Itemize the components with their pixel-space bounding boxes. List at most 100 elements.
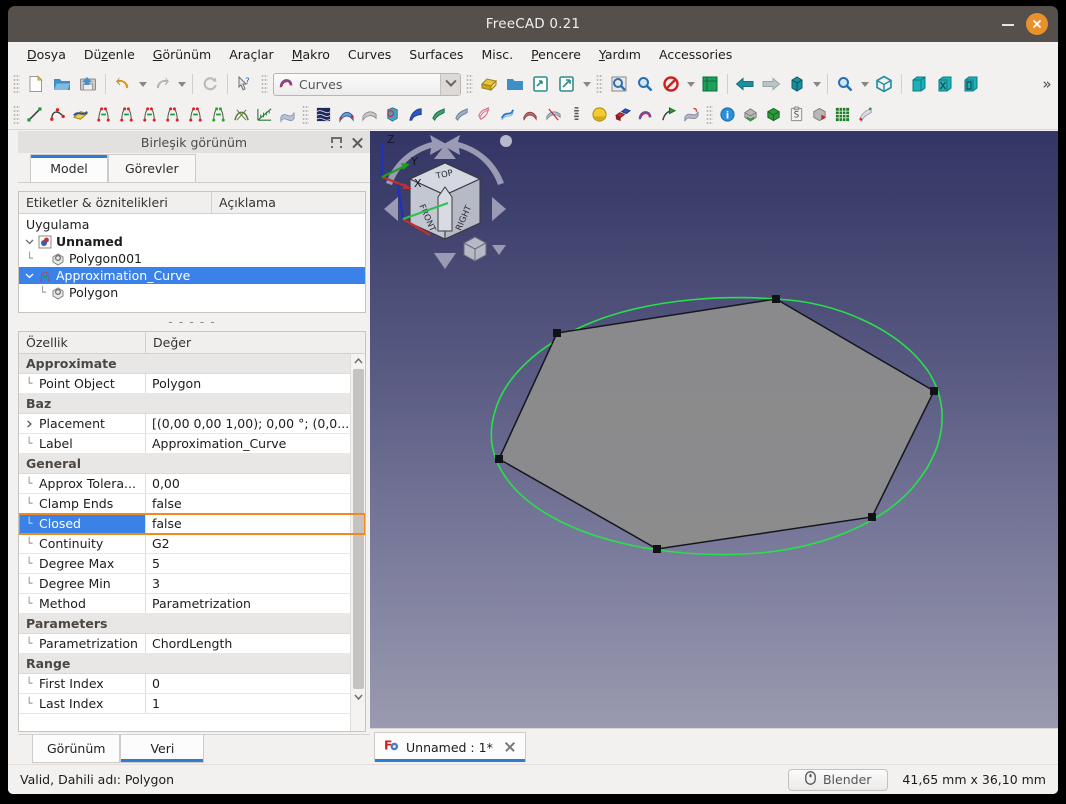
multi-loft-button[interactable]	[611, 103, 634, 127]
undo-dropdown[interactable]	[136, 71, 149, 97]
view-back-button[interactable]	[732, 71, 758, 97]
property-scrollbar[interactable]	[350, 354, 365, 731]
blend-curve-button[interactable]	[230, 103, 253, 127]
property-value[interactable]: Parametrization	[146, 594, 365, 614]
curve-on-surface-button[interactable]	[496, 103, 519, 127]
property-value[interactable]: 0	[146, 674, 365, 694]
grid-button[interactable]	[831, 103, 854, 127]
close-button[interactable]	[1026, 13, 1048, 35]
scroll-down-button[interactable]	[351, 690, 366, 704]
editable-spline-button[interactable]	[69, 103, 92, 127]
open-document-button[interactable]	[49, 71, 75, 97]
redo-dropdown[interactable]	[175, 71, 188, 97]
tree-node-polygon001[interactable]: └ Polygon001	[19, 250, 365, 267]
right-arrow[interactable]	[492, 197, 506, 221]
flatten-face-button[interactable]	[358, 103, 381, 127]
property-value[interactable]: Polygon	[146, 374, 365, 394]
toolbar-grip[interactable]	[706, 104, 713, 125]
property-value[interactable]: 1	[146, 694, 365, 714]
undock-icon[interactable]	[331, 136, 342, 148]
menu-curves[interactable]: Curves	[339, 44, 400, 65]
interpolate-curve-button[interactable]	[184, 103, 207, 127]
navigation-style-button[interactable]: Blender	[787, 768, 889, 791]
expand-toggle-icon[interactable]	[23, 271, 36, 280]
property-row-point-object[interactable]: └ Point Object Polygon	[19, 374, 365, 394]
zoom-dropdown[interactable]	[858, 71, 871, 97]
3d-viewport[interactable]: TOP FRONT RIGHT Z Y X	[370, 131, 1058, 728]
view-axonometric-button[interactable]	[871, 71, 897, 97]
bspline-button[interactable]	[46, 103, 69, 127]
pin-curve-button[interactable]	[657, 103, 680, 127]
menu-yardim[interactable]: Yardım	[590, 44, 650, 65]
view-front-button[interactable]	[906, 71, 932, 97]
whats-this-button[interactable]: ?	[232, 71, 258, 97]
view-top-button[interactable]	[932, 71, 958, 97]
property-row-closed[interactable]: └ Closed false	[19, 513, 365, 535]
close-panel-icon[interactable]	[351, 136, 364, 149]
property-row-clamp-ends[interactable]: └ Clamp Ends false	[19, 494, 365, 514]
surface-segment-button[interactable]	[404, 103, 427, 127]
toolbar-grip[interactable]	[466, 74, 473, 94]
info-button[interactable]: i	[716, 103, 739, 127]
view-isometric-button[interactable]	[784, 71, 810, 97]
view-forward-button[interactable]	[758, 71, 784, 97]
sketch-on-surface-button[interactable]	[473, 103, 496, 127]
discretize-button[interactable]	[138, 103, 161, 127]
left-arrow[interactable]	[384, 197, 398, 221]
new-document-button[interactable]	[23, 71, 49, 97]
property-value[interactable]: Approximation_Curve	[146, 434, 365, 454]
split-curve-button[interactable]	[115, 103, 138, 127]
toolbar-grip[interactable]	[13, 74, 20, 94]
tree-node-polygon[interactable]: └ Polygon	[19, 284, 365, 301]
property-row-first-index[interactable]: └ First Index 0	[19, 674, 365, 694]
mixed-curve-button[interactable]	[680, 103, 703, 127]
down-arrow[interactable]	[434, 253, 456, 269]
close-document-icon[interactable]	[504, 741, 516, 753]
property-row-approx-tolerance[interactable]: └ Approx Tolera... 0,00	[19, 474, 365, 494]
property-value[interactable]: [(0,00 0,00 1,00); 0,00 °; (0,0...	[146, 414, 365, 434]
menu-gorunum[interactable]: Görünüm	[144, 44, 220, 65]
pipeshell-button[interactable]	[427, 103, 450, 127]
isocurves-button[interactable]	[542, 103, 565, 127]
toolbar-grip[interactable]	[13, 104, 20, 125]
menu-misc[interactable]: Misc.	[472, 44, 522, 65]
tree-node-approximation-curve[interactable]: Approximation_Curve	[19, 267, 365, 284]
toolbar-grip[interactable]	[302, 104, 309, 125]
document-tab-unnamed[interactable]: F Unnamed : 1*	[374, 732, 526, 762]
chevron-right-icon[interactable]	[19, 420, 39, 428]
zoom-button[interactable]	[832, 71, 858, 97]
view-isometric-dropdown[interactable]	[810, 71, 823, 97]
menu-araclar[interactable]: Araçlar	[220, 44, 283, 65]
property-value[interactable]: 3	[146, 574, 365, 594]
fit-selection-button[interactable]	[606, 71, 632, 97]
tree-node-uygulama[interactable]: Uygulama	[19, 216, 365, 233]
redo-button[interactable]	[149, 71, 175, 97]
comb-plot-button[interactable]	[253, 103, 276, 127]
menu-makro[interactable]: Makro	[283, 44, 339, 65]
tab-veri[interactable]: Veri	[120, 735, 205, 763]
save-document-button[interactable]	[75, 71, 101, 97]
menu-dosya[interactable]: Dosya	[18, 44, 75, 65]
property-row-continuity[interactable]: └ Continuity G2	[19, 534, 365, 554]
axonometric-button[interactable]	[697, 71, 723, 97]
property-value[interactable]: 0,00	[146, 474, 365, 494]
tab-gorunum[interactable]: Görünüm	[32, 735, 121, 763]
profile-support-button[interactable]	[381, 103, 404, 127]
draw-style-button[interactable]	[658, 71, 684, 97]
parametric-curve-button[interactable]	[207, 103, 230, 127]
link-dropdown[interactable]	[580, 71, 593, 97]
chevron-down-icon[interactable]	[492, 245, 506, 255]
approximate-curve-button[interactable]	[161, 103, 184, 127]
sphere-map-button[interactable]	[588, 103, 611, 127]
refresh-button[interactable]	[197, 71, 223, 97]
fit-all-button[interactable]	[632, 71, 658, 97]
tab-model[interactable]: Model	[30, 154, 108, 182]
surface-curve-button[interactable]	[854, 103, 877, 127]
go-to-link-button[interactable]	[554, 71, 580, 97]
undo-button[interactable]	[110, 71, 136, 97]
menu-duzenle[interactable]: Düzenle	[75, 44, 144, 65]
tree-node-unnamed[interactable]: Unnamed	[19, 233, 365, 250]
property-value[interactable]: G2	[146, 534, 365, 554]
property-row-method[interactable]: └ Method Parametrization	[19, 594, 365, 614]
menu-accessories[interactable]: Accessories	[650, 44, 741, 65]
